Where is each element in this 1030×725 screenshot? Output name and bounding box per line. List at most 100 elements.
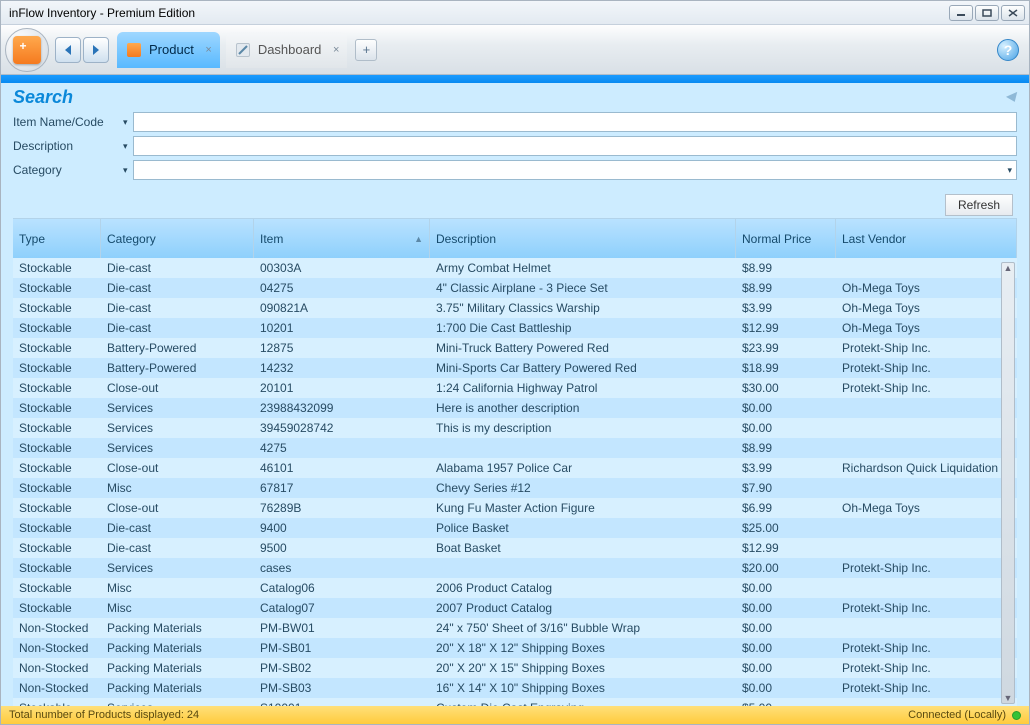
- cell-price: $12.99: [736, 321, 836, 335]
- table-row[interactable]: StockableDie-cast102011:700 Die Cast Bat…: [13, 318, 1017, 338]
- cell-item: 20101: [254, 381, 430, 395]
- cell-category: Services: [101, 561, 254, 575]
- cell-price: $0.00: [736, 641, 836, 655]
- cell-type: Stockable: [13, 321, 101, 335]
- cell-item: 76289B: [254, 501, 430, 515]
- table-row[interactable]: StockableMiscCatalog062006 Product Catal…: [13, 578, 1017, 598]
- description-input[interactable]: [133, 136, 1017, 156]
- cell-item: 9500: [254, 541, 430, 555]
- cell-type: Stockable: [13, 501, 101, 515]
- cell-description: 2006 Product Catalog: [430, 581, 736, 595]
- table-row[interactable]: StockableClose-out46101Alabama 1957 Poli…: [13, 458, 1017, 478]
- cell-description: Boat Basket: [430, 541, 736, 555]
- vertical-scrollbar[interactable]: ▲ ▼: [1001, 262, 1015, 704]
- nav-back-button[interactable]: [55, 37, 81, 63]
- table-row[interactable]: StockableBattery-Powered12875Mini-Truck …: [13, 338, 1017, 358]
- category-select[interactable]: ▾: [133, 160, 1017, 180]
- cell-category: Misc: [101, 601, 254, 615]
- close-icon[interactable]: ×: [333, 44, 339, 56]
- table-row[interactable]: StockableDie-cast9500Boat Basket$12.99: [13, 538, 1017, 558]
- table-row[interactable]: StockableClose-out201011:24 California H…: [13, 378, 1017, 398]
- cell-type: Stockable: [13, 281, 101, 295]
- cell-description: 20" X 20" X 15" Shipping Boxes: [430, 661, 736, 675]
- scroll-up-icon[interactable]: ▲: [1004, 263, 1013, 273]
- nav-forward-button[interactable]: [83, 37, 109, 63]
- cell-price: $6.99: [736, 501, 836, 515]
- cell-vendor: Protekt-Ship Inc.: [836, 641, 1017, 655]
- cell-description: Mini-Sports Car Battery Powered Red: [430, 361, 736, 375]
- table-row[interactable]: Non-StockedPacking MaterialsPM-BW0124" x…: [13, 618, 1017, 638]
- item-name-input[interactable]: [133, 112, 1017, 132]
- cell-description: 24" x 750' Sheet of 3/16" Bubble Wrap: [430, 621, 736, 635]
- table-row[interactable]: StockableDie-cast042754" Classic Airplan…: [13, 278, 1017, 298]
- cell-item: 39459028742: [254, 421, 430, 435]
- table-row[interactable]: StockableClose-out76289BKung Fu Master A…: [13, 498, 1017, 518]
- cell-category: Die-cast: [101, 541, 254, 555]
- cell-description: 20" X 18" X 12" Shipping Boxes: [430, 641, 736, 655]
- field-dropdown-icon[interactable]: ▾: [123, 117, 133, 128]
- refresh-button[interactable]: Refresh: [945, 194, 1013, 216]
- cell-item: 23988432099: [254, 401, 430, 415]
- collapse-icon[interactable]: ◀: [1006, 89, 1015, 103]
- table-row[interactable]: StockableServices23988432099Here is anot…: [13, 398, 1017, 418]
- table-row[interactable]: Non-StockedPacking MaterialsPM-SB0316" X…: [13, 678, 1017, 698]
- cell-price: $12.99: [736, 541, 836, 555]
- status-right: Connected (Locally): [908, 709, 1006, 721]
- cell-category: Services: [101, 441, 254, 455]
- cell-item: 00303A: [254, 261, 430, 275]
- cell-description: Kung Fu Master Action Figure: [430, 501, 736, 515]
- table-row[interactable]: StockableServices4275$8.99: [13, 438, 1017, 458]
- tab-dashboard[interactable]: Dashboard ×: [226, 32, 348, 68]
- table-row[interactable]: Non-StockedPacking MaterialsPM-SB0120" X…: [13, 638, 1017, 658]
- cell-price: $8.99: [736, 281, 836, 295]
- table-row[interactable]: StockableServices39459028742This is my d…: [13, 418, 1017, 438]
- col-category[interactable]: Category: [101, 219, 254, 258]
- maximize-button[interactable]: [975, 5, 999, 21]
- table-row[interactable]: StockableDie-cast00303AArmy Combat Helme…: [13, 258, 1017, 278]
- table-row[interactable]: StockableServicesS10001Custom Die Cast E…: [13, 698, 1017, 706]
- cell-vendor: Protekt-Ship Inc.: [836, 601, 1017, 615]
- cell-category: Die-cast: [101, 261, 254, 275]
- col-type[interactable]: Type: [13, 219, 101, 258]
- cell-item: PM-BW01: [254, 621, 430, 635]
- table-row[interactable]: Non-StockedPacking MaterialsPM-SB0220" X…: [13, 658, 1017, 678]
- field-dropdown-icon[interactable]: ▾: [123, 165, 133, 176]
- col-price[interactable]: Normal Price: [736, 219, 836, 258]
- cell-vendor: Protekt-Ship Inc.: [836, 341, 1017, 355]
- table-row[interactable]: StockableDie-cast9400Police Basket$25.00: [13, 518, 1017, 538]
- cell-price: $18.99: [736, 361, 836, 375]
- table-row[interactable]: StockableMisc67817Chevy Series #12$7.90: [13, 478, 1017, 498]
- tab-product[interactable]: Product ×: [117, 32, 220, 68]
- table-body[interactable]: StockableDie-cast00303AArmy Combat Helme…: [13, 258, 1017, 706]
- scroll-down-icon[interactable]: ▼: [1004, 693, 1013, 703]
- home-button[interactable]: +: [5, 28, 49, 72]
- col-vendor[interactable]: Last Vendor: [836, 219, 1017, 258]
- table-row[interactable]: StockableDie-cast090821A3.75" Military C…: [13, 298, 1017, 318]
- cell-vendor: Protekt-Ship Inc.: [836, 381, 1017, 395]
- cell-category: Packing Materials: [101, 661, 254, 675]
- cell-item: 10201: [254, 321, 430, 335]
- cell-type: Non-Stocked: [13, 661, 101, 675]
- cell-vendor: Protekt-Ship Inc.: [836, 361, 1017, 375]
- cell-item: 4275: [254, 441, 430, 455]
- close-button[interactable]: [1001, 5, 1025, 21]
- help-button[interactable]: ?: [997, 39, 1019, 61]
- cell-item: 090821A: [254, 301, 430, 315]
- cell-item: 14232: [254, 361, 430, 375]
- cell-description: Here is another description: [430, 401, 736, 415]
- col-item[interactable]: Item: [254, 219, 430, 258]
- table-row[interactable]: StockableServicescases$20.00Protekt-Ship…: [13, 558, 1017, 578]
- table-row[interactable]: StockableBattery-Powered14232Mini-Sports…: [13, 358, 1017, 378]
- field-dropdown-icon[interactable]: ▾: [123, 141, 133, 152]
- cell-type: Stockable: [13, 581, 101, 595]
- minimize-button[interactable]: [949, 5, 973, 21]
- table-row[interactable]: StockableMiscCatalog072007 Product Catal…: [13, 598, 1017, 618]
- cell-category: Packing Materials: [101, 621, 254, 635]
- cell-item: Catalog06: [254, 581, 430, 595]
- cell-type: Stockable: [13, 461, 101, 475]
- new-tab-button[interactable]: +: [355, 39, 377, 61]
- close-icon[interactable]: ×: [205, 44, 211, 56]
- col-description[interactable]: Description: [430, 219, 736, 258]
- cell-price: $8.99: [736, 441, 836, 455]
- cell-price: $0.00: [736, 621, 836, 635]
